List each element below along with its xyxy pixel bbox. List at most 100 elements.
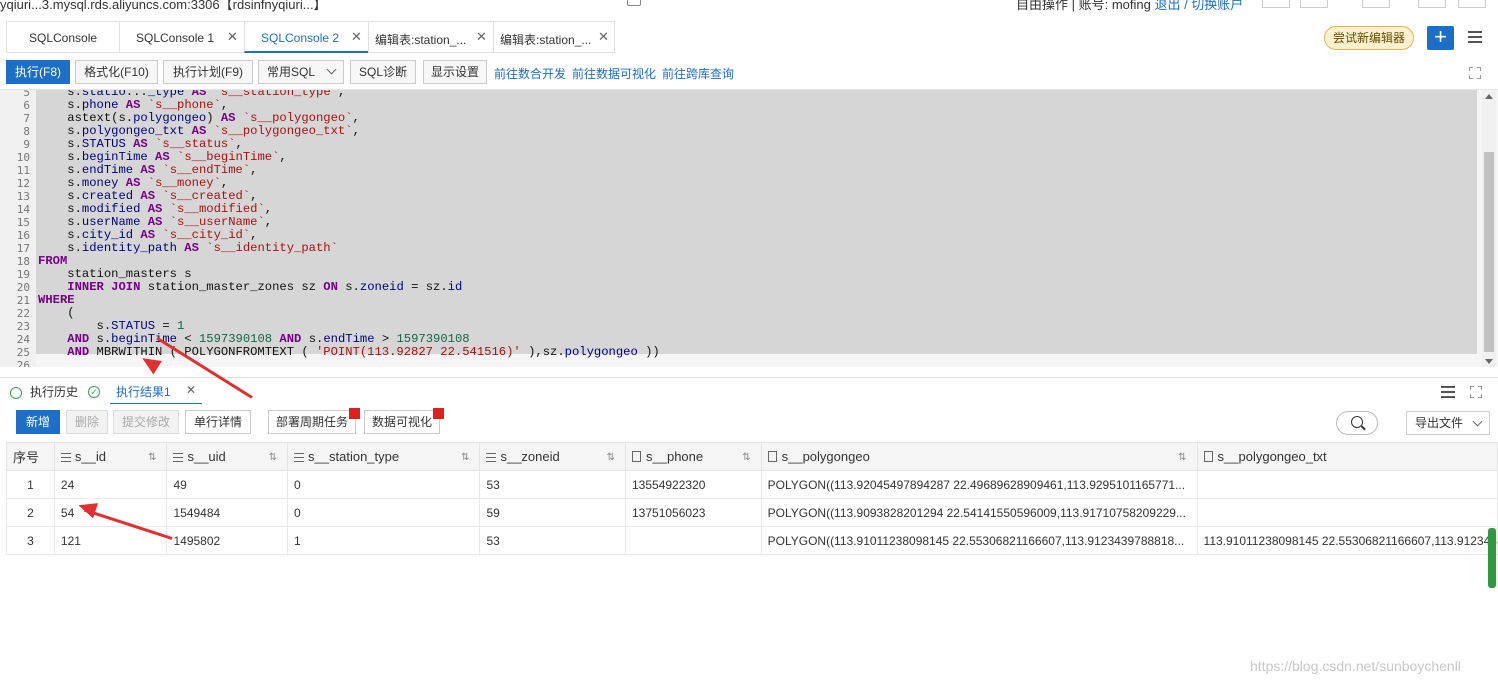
tab-label: 编辑表:station_...	[500, 33, 592, 47]
deploy-task-button[interactable]: 部署周期任务	[268, 410, 356, 434]
cell[interactable]: POLYGON((113.9093828201294 22.5414155059…	[760, 498, 1198, 527]
cell[interactable]: POLYGON((113.92045497894287 22.496896289…	[760, 470, 1198, 499]
line-number: 25	[16, 346, 30, 359]
tool-icon[interactable]	[1418, 0, 1446, 8]
close-icon[interactable]: ✕	[476, 29, 487, 45]
fullscreen-icon[interactable]	[1470, 386, 1482, 398]
list-menu-icon[interactable]	[1441, 386, 1455, 398]
cell[interactable]: 49	[166, 470, 289, 499]
table-row[interactable]: 2 54 1549484 0 59 13751056023 POLYGON((1…	[6, 498, 1498, 527]
delete-row-button[interactable]: 删除	[66, 410, 108, 434]
column-header-s-polygongeo-txt[interactable]: s__polygongeo_txt	[1196, 442, 1498, 471]
cell[interactable]: 54	[53, 498, 168, 527]
chevron-down-icon	[326, 64, 337, 75]
cell[interactable]: 0	[287, 470, 481, 499]
search-button[interactable]	[1336, 411, 1378, 435]
table-row[interactable]: 1 24 49 0 53 13554922320 POLYGON((113.92…	[6, 470, 1498, 499]
tab-sqlconsole-1[interactable]: SQLConsole 1 ✕	[119, 21, 244, 53]
line-number: 10	[16, 151, 30, 164]
fullscreen-icon[interactable]	[1469, 67, 1481, 79]
sql-diagnose-button[interactable]: SQL诊断	[350, 60, 416, 84]
cell[interactable]: 113.91011238098145 22.55306821166607,113…	[1196, 526, 1498, 555]
link-cross-db[interactable]: 前往跨库查询	[662, 65, 734, 82]
tab-sqlconsole[interactable]: SQLConsole	[6, 21, 119, 53]
number-column-icon	[486, 453, 497, 462]
cell[interactable]: 59	[479, 498, 626, 527]
tab-history[interactable]: 执行历史	[30, 383, 78, 400]
sql-editor[interactable]: 5 6 7 8 9 10 11 12 13 14 15 16 17 18 19 20 21 22 23 24 25 26 …	[0, 89, 1498, 367]
line-number: 18	[16, 255, 30, 268]
close-icon[interactable]: ✕	[186, 383, 196, 397]
close-icon[interactable]: ✕	[598, 29, 609, 45]
close-icon[interactable]: ✕	[351, 29, 362, 45]
table-row[interactable]: 3 121 1495802 1 53 POLYGON((113.91011238…	[6, 526, 1498, 555]
row-detail-button[interactable]: 单行详情	[185, 410, 251, 434]
cell[interactable]	[1196, 498, 1498, 527]
cell[interactable]	[1196, 470, 1498, 499]
logout-link[interactable]: 退出 / 切换账户	[1154, 0, 1243, 12]
sort-icon[interactable]: ⇅	[1178, 452, 1186, 463]
tab-edit-table-2[interactable]: 编辑表:station_... ✕	[493, 21, 615, 53]
scroll-up-icon[interactable]	[1485, 94, 1493, 99]
tab-sqlconsole-2[interactable]: SQLConsole 2 ✕	[244, 21, 368, 53]
code-line: AND MBRWITHIN ( POLYGONFROMTEXT ( 'POINT…	[67, 345, 660, 359]
sort-icon[interactable]: ⇅	[607, 452, 615, 463]
tab-result-1[interactable]: 执行结果1	[116, 383, 171, 400]
execute-button[interactable]: 执行(F8)	[6, 60, 70, 84]
external-link-icon[interactable]	[627, 0, 641, 6]
pin-icon[interactable]	[1458, 0, 1486, 8]
scroll-down-icon[interactable]	[1485, 359, 1493, 364]
number-column-icon	[294, 453, 305, 462]
chevron-down-icon	[1472, 416, 1483, 427]
format-button[interactable]: 格式化(F10)	[75, 60, 158, 84]
monitor-icon[interactable]	[1300, 0, 1328, 8]
export-file-dropdown[interactable]: 导出文件	[1406, 411, 1490, 435]
menu-icon[interactable]	[1468, 31, 1482, 43]
layout-icon[interactable]	[1262, 0, 1290, 8]
close-icon[interactable]: ✕	[227, 29, 238, 45]
cell[interactable]: POLYGON((113.91011238098145 22.553068211…	[760, 526, 1198, 555]
cell: 1	[6, 470, 55, 499]
column-header-s-uid[interactable]: s__uid ⇅	[166, 442, 289, 471]
column-label: s__phone	[646, 449, 704, 464]
display-settings-button[interactable]: 显示设置	[423, 60, 487, 84]
submit-changes-button[interactable]: 提交修改	[113, 410, 179, 434]
try-new-editor-button[interactable]: 尝试新编辑器	[1324, 26, 1414, 50]
column-header-s-polygongeo[interactable]: s__polygongeo ⇅	[760, 442, 1198, 471]
sort-icon[interactable]: ⇅	[742, 452, 750, 463]
column-header-s-zoneid[interactable]: s__zoneid ⇅	[479, 442, 626, 471]
line-number: 6	[23, 99, 30, 112]
cell[interactable]: 53	[479, 470, 626, 499]
column-header-s-id[interactable]: s__id ⇅	[53, 442, 168, 471]
explain-plan-button[interactable]: 执行计划(F9)	[163, 60, 253, 84]
link-data-vis[interactable]: 前往数据可视化	[572, 65, 656, 82]
add-row-button[interactable]: 新增	[16, 410, 60, 434]
cell: 2	[6, 498, 55, 527]
tab-edit-table-1[interactable]: 编辑表:station_... ✕	[368, 21, 493, 53]
new-console-button[interactable]: +	[1427, 26, 1454, 50]
column-header-s-phone[interactable]: s__phone ⇅	[625, 442, 762, 471]
common-sql-dropdown[interactable]: 常用SQL	[258, 60, 344, 84]
cell[interactable]: 13554922320	[625, 470, 762, 499]
cell[interactable]: 0	[287, 498, 481, 527]
cell[interactable]: 1549484	[166, 498, 289, 527]
sort-icon[interactable]: ⇅	[269, 452, 277, 463]
code-line: s.identity_path AS `s__identity_path`	[38, 241, 338, 255]
column-header-s-station-type[interactable]: s__station_type ⇅	[287, 442, 481, 471]
text-column-icon	[1203, 451, 1213, 462]
cell[interactable]	[625, 526, 762, 555]
data-vis-button[interactable]: 数据可视化	[364, 410, 440, 434]
cell[interactable]: 1495802	[166, 526, 289, 555]
cell[interactable]: 13751056023	[625, 498, 762, 527]
sort-icon[interactable]: ⇅	[148, 452, 156, 463]
cell[interactable]: 1	[287, 526, 481, 555]
grid-scrollbar[interactable]	[1488, 528, 1496, 588]
sort-icon[interactable]: ⇅	[461, 452, 469, 463]
scrollbar-thumb[interactable]	[1484, 152, 1494, 352]
check-icon: ✓	[88, 386, 100, 398]
editor-scrollbar[interactable]	[1482, 90, 1496, 367]
cell[interactable]: 53	[479, 526, 626, 555]
cell[interactable]: 24	[53, 470, 168, 499]
window-icon[interactable]	[1362, 0, 1390, 8]
link-data-dev[interactable]: 前往数合开发	[494, 65, 566, 82]
